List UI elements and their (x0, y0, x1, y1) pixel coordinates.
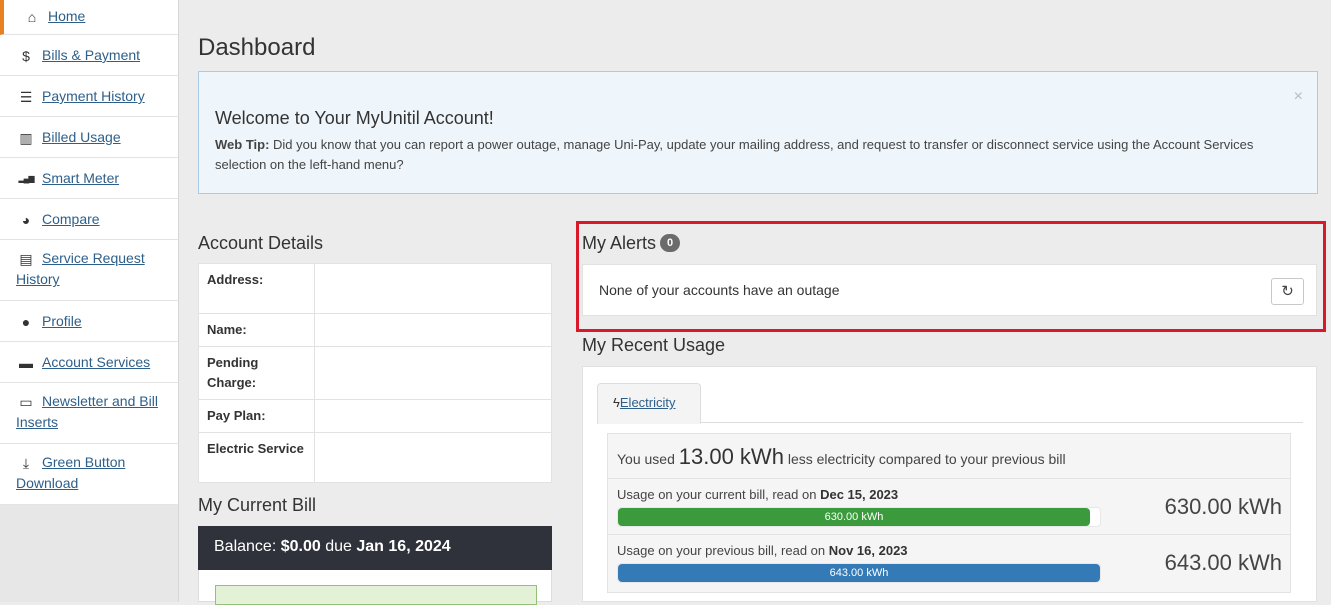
address-label: Address: (198, 263, 315, 314)
balance-bar: Balance: $0.00 due Jan 16, 2024 (198, 526, 552, 570)
sidebar-item-label[interactable]: Smart Meter (42, 170, 119, 186)
recent-usage-heading: My Recent Usage (582, 335, 726, 355)
alerts-heading: My Alerts 0 (582, 233, 681, 254)
address-value (313, 263, 553, 314)
sidebar-item-green-button-download[interactable]: ⤓ Green Button Download (0, 444, 178, 505)
signal-icon: ▂▄▆ (18, 174, 35, 184)
sidebar-item-compare[interactable]: ◕ Compare (0, 199, 178, 240)
sidebar-item-label[interactable]: Account Services (42, 354, 150, 370)
alerts-heading-text: My Alerts (582, 233, 657, 253)
table-row: Electric Service (198, 432, 553, 483)
bar-chart-icon: ▥ (19, 130, 33, 147)
usage-summary: You used 13.00 kWh less electricity comp… (607, 433, 1291, 593)
usage-comparison: You used 13.00 kWh less electricity comp… (608, 434, 1290, 479)
current-usage-bar: 630.00 kWh (618, 508, 1090, 526)
table-row: Pending Charge: (198, 346, 553, 400)
sidebar-menu: ⌂ Home $ Bills & Payment ☰ Payment History … (0, 0, 178, 505)
sidebar-item-label[interactable]: Newsletter and Bill Inserts (16, 393, 158, 430)
name-label: Name: (198, 313, 315, 347)
electric-service-label: Electric Service (198, 432, 315, 483)
download-icon: ⤓ (22, 455, 30, 472)
bill-body (198, 570, 552, 605)
sidebar-item-service-request-history[interactable]: ▤ Service Request History (0, 240, 178, 301)
list-icon: ☰ (19, 89, 33, 106)
pending-charge-value (313, 346, 553, 400)
welcome-heading: Welcome to Your MyUnitil Account! (215, 108, 494, 128)
tab-electricity-label[interactable]: Electricity (620, 395, 676, 410)
electric-service-value (313, 432, 553, 483)
sidebar-item-label[interactable]: Compare (42, 211, 100, 227)
file-icon: ▬ (19, 355, 33, 372)
due-word: due (325, 538, 352, 555)
tab-electricity[interactable]: ϟElectricity (597, 383, 701, 424)
web-tip-body: Did you know that you can report a power… (215, 137, 1254, 172)
alerts-count-badge: 0 (660, 234, 681, 252)
sidebar-item-home[interactable]: ⌂ Home (0, 0, 178, 35)
account-details-table: Address: Name: Pending Charge: Pay Plan:… (198, 263, 553, 483)
sidebar-item-label[interactable]: Payment History (42, 88, 145, 104)
alerts-panel: None of your accounts have an outage ↻ (582, 264, 1317, 316)
table-row: Pay Plan: (198, 399, 553, 433)
sidebar-item-label[interactable]: Billed Usage (42, 129, 121, 145)
current-usage-date: Dec 15, 2023 (820, 487, 899, 502)
previous-usage-label: Usage on your previous bill, read on (617, 543, 826, 558)
sidebar-item-account-services[interactable]: ▬ Account Services (0, 342, 178, 383)
recent-usage-panel: ϟElectricity You used 13.00 kWh less ele… (582, 366, 1317, 602)
pay-plan-label: Pay Plan: (198, 399, 315, 433)
pending-charge-label: Pending Charge: (198, 346, 315, 400)
summary-amount: 13.00 kWh (678, 444, 784, 469)
previous-usage-bar-track: 643.00 kWh (617, 563, 1101, 583)
close-icon[interactable]: × (1294, 88, 1303, 106)
previous-usage-bar: 643.00 kWh (618, 564, 1100, 582)
usage-tabs: ϟElectricity (597, 383, 1303, 424)
dollar-icon: $ (22, 48, 30, 65)
sidebar-item-bills-payment[interactable]: $ Bills & Payment (0, 35, 178, 76)
user-icon: ● (21, 314, 31, 331)
alerts-message: None of your accounts have an outage (599, 282, 840, 298)
sidebar-item-smart-meter[interactable]: ▂▄▆ Smart Meter (0, 158, 178, 199)
tasks-icon: ▤ (19, 251, 33, 268)
current-usage-label: Usage on your current bill, read on (617, 487, 817, 502)
sidebar-item-label[interactable]: Bills & Payment (42, 47, 140, 63)
bill-status-box (215, 585, 537, 605)
current-bill-heading: My Current Bill (198, 495, 317, 515)
previous-usage-date: Nov 16, 2023 (828, 543, 908, 558)
web-tip-text: Web Tip: Did you know that you can repor… (215, 135, 1301, 175)
main-content: Dashboard × Welcome to Your MyUnitil Acc… (198, 0, 1326, 605)
due-date: Jan 16, 2024 (356, 538, 451, 555)
table-row: Address: (198, 263, 553, 314)
page-title: Dashboard (198, 34, 316, 61)
welcome-alert: × Welcome to Your MyUnitil Account! Web … (198, 71, 1318, 194)
name-value (313, 313, 553, 347)
balance-amount: $0.00 (280, 538, 321, 555)
current-usage-row: Usage on your current bill, read on Dec … (608, 479, 1290, 535)
summary-suffix: less electricity compared to your previo… (787, 451, 1066, 467)
sidebar-item-newsletter[interactable]: ▭ Newsletter and Bill Inserts (0, 383, 178, 444)
lightning-icon: ϟ (613, 395, 620, 410)
web-tip-label: Web Tip: (215, 137, 270, 152)
sidebar-nav: ⌂ Home $ Bills & Payment ☰ Payment History … (0, 0, 179, 602)
pay-plan-value (313, 399, 553, 433)
sidebar-item-payment-history[interactable]: ☰ Payment History (0, 76, 178, 117)
previous-usage-value: 643.00 kWh (1164, 550, 1282, 575)
sidebar-item-billed-usage[interactable]: ▥ Billed Usage (0, 117, 178, 158)
current-usage-bar-track: 630.00 kWh (617, 507, 1101, 527)
summary-prefix: You used (617, 451, 675, 467)
sidebar-item-profile[interactable]: ● Profile (0, 301, 178, 342)
dashboard-gauge-icon: ◕ (21, 212, 31, 229)
account-details-heading: Account Details (198, 233, 324, 253)
sidebar-item-label[interactable]: Profile (42, 313, 82, 329)
newsletter-icon: ▭ (19, 394, 33, 411)
sidebar-item-label[interactable]: Home (48, 8, 85, 24)
balance-prefix: Balance: (214, 538, 277, 555)
home-icon: ⌂ (27, 9, 37, 26)
refresh-icon: ↻ (1281, 283, 1294, 300)
previous-usage-row: Usage on your previous bill, read on Nov… (608, 535, 1290, 591)
refresh-button[interactable]: ↻ (1271, 278, 1304, 305)
current-usage-value: 630.00 kWh (1164, 494, 1282, 519)
table-row: Name: (198, 313, 553, 347)
